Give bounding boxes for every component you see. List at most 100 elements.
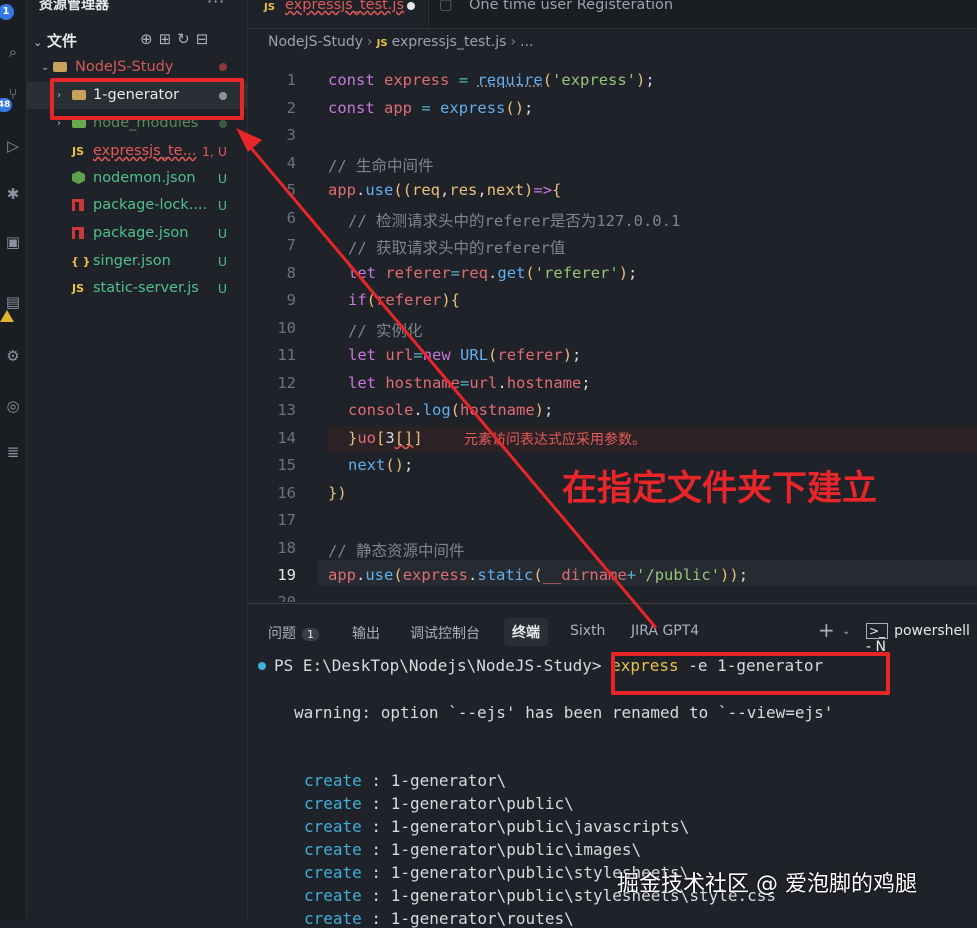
line-number: 4 [286,154,296,172]
tab-expressjs-test[interactable]: JS expressjs_test.js [248,0,426,28]
code-line: const express = require('express'); [328,71,655,89]
files-section-header[interactable]: ⌄ 文件 [33,30,77,51]
watermark: 掘金技术社区 @ 爱泡脚的鸡腿 [617,872,917,897]
line-number: 3 [286,126,296,144]
folder-icon [53,54,67,81]
explorer-badge[interactable]: 1 [0,4,14,20]
breadcrumb-file[interactable]: expressjs_test.js [392,34,507,50]
database-icon[interactable]: ≣ [0,440,26,464]
tab-terminal[interactable]: 终端 [504,618,548,646]
create-path: : 1-generator\public\javascripts\ [361,817,690,836]
code-comment: // 检测请求头中的referer是否为127.0.0.1 [348,212,681,230]
tree-item-label: static-server.js [93,280,199,296]
remote-icon[interactable]: ⚙ [0,344,26,368]
line-number: 1 [286,71,296,89]
error-line-highlight [328,426,977,452]
create-keyword: create [304,817,362,836]
chevron-down-icon[interactable]: ⌄ [842,626,850,637]
annotation-label: 在指定文件夹下建立 [562,469,878,509]
tree-item-label: nodemon.json [93,170,196,186]
breadcrumb: NodeJS-Study › JS expressjs_test.js ›... [268,34,533,50]
line-number: 16 [277,484,296,502]
breadcrumb-symbol[interactable]: ... [520,34,533,50]
line-number: 12 [277,374,296,392]
modified-dot [219,63,227,71]
js-file-icon: JS [72,282,85,295]
line-number: 6 [286,209,296,227]
collapse-all-icon[interactable]: ⊟ [196,30,215,48]
js-file-icon: JS [264,2,275,13]
git-status: U [217,171,227,186]
tab-sixth[interactable]: Sixth [570,623,605,639]
terminal-icon: >_ [866,623,889,639]
code-editor[interactable]: 1 2 3 4 5 6 7 8 9 10 11 12 13 14 15 16 1… [248,66,977,602]
code-line: app.use((req,res,next)=>{ [328,181,562,199]
tab-output[interactable]: 输出 [352,623,380,643]
create-path: : 1-generator\ [361,771,507,790]
create-keyword: create [304,863,362,882]
explorer-sidebar: 资源管理器 ··· ⌄ 文件 ⊕⊞↻⊟ ⌄ NodeJS-Study › 1-ge… [27,0,248,919]
create-keyword: create [304,886,362,905]
tab-label: 问题 [268,626,296,642]
tab-problems[interactable]: 问题 1 [268,623,319,643]
tab-registration[interactable]: ▢ One time user Registeration [428,0,701,28]
code-line: const app = express(); [328,99,534,117]
breadcrumb-folder[interactable]: NodeJS-Study [268,34,363,50]
nodejs-icon [72,165,85,192]
git-status: U [217,198,227,213]
tree-root-folder[interactable]: ⌄ NodeJS-Study [27,54,247,81]
remote-explorer-icon[interactable]: ▣ [0,230,26,254]
git-status: U [217,254,227,269]
line-number: 18 [277,539,296,557]
new-file-icon[interactable]: ⊕ [140,30,159,48]
tree-item-label: expressjs_te... [93,143,197,159]
tree-item-package-json[interactable]: package.json U [27,220,247,247]
tree-item-expressjs-test[interactable]: JS expressjs_te... 1, U [27,138,247,165]
create-keyword: create [304,794,362,813]
search-icon[interactable]: ⌕ [0,40,26,64]
explorer-title: 资源管理器 [39,0,109,13]
tree-item-singer[interactable]: { } singer.json U [27,248,247,275]
unsaved-dot-icon[interactable] [407,2,415,10]
code-line: let hostname=url.hostname; [348,374,591,392]
tree-item-static-server[interactable]: JS static-server.js U [27,275,247,302]
activity-bar: 1 ⌕ ⑂ 48 ▷ ✱ ▣ ▤ ⚙ ◎ ≣ [0,0,27,919]
tab-label: expressjs_test.js [285,0,404,13]
section-label: 文件 [47,32,78,50]
code-line: let url=new URL(referer); [348,346,582,364]
tab-debug-console[interactable]: 调试控制台 [410,623,480,643]
tab-jira-gpt4[interactable]: JIRA GPT4 [631,623,699,639]
create-path: : 1-generator\public\ [361,794,574,813]
git-status: 1, U [201,144,227,159]
line-number: 17 [277,511,296,529]
git-status: U [217,281,227,296]
chevron-right-icon: › [510,34,517,50]
root-folder-label: NodeJS-Study [75,59,174,75]
js-file-icon: JS [72,145,85,158]
new-folder-icon[interactable]: ⊞ [159,30,178,48]
annotation-box-folder [50,78,244,120]
js-file-icon: JS [376,38,388,49]
code-comment: // 静态资源中间件 [328,542,465,560]
code-line: }) [328,484,347,502]
line-number: 10 [277,319,296,337]
more-actions-icon[interactable]: ··· [207,0,225,11]
run-debug-icon[interactable]: ▷ [0,134,26,158]
line-number: 5 [286,181,296,199]
npm-icon [72,192,84,219]
terminal-selector[interactable]: >_ powershell - N [866,623,977,655]
add-terminal-icon[interactable]: + [818,618,835,642]
line-number: 13 [277,401,296,419]
refresh-icon[interactable]: ↻ [177,30,196,48]
browser-icon[interactable]: ◎ [0,394,26,418]
extensions-icon[interactable]: ✱ [0,182,26,206]
line-number: 2 [286,99,296,117]
line-number: 15 [277,456,296,474]
tree-item-label: package-lock.... [93,197,208,213]
tree-item-label: package.json [93,225,189,241]
tree-item-package-lock[interactable]: package-lock.... U [27,192,247,219]
inline-error-message: 元素访问表达式应采用参数。 [464,432,646,448]
line-number: 14 [277,429,296,447]
create-keyword: create [304,771,362,790]
tree-item-nodemon[interactable]: nodemon.json U [27,165,247,192]
